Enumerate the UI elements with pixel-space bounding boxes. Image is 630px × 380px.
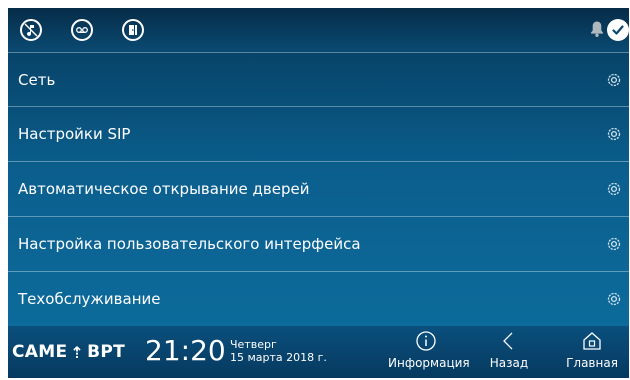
intercom-screen: Сеть Настройки SIP Автоматическое открыв…: [8, 8, 629, 378]
back-button-label: Назад: [489, 356, 529, 370]
menu-item-label: Настройки SIP: [18, 125, 131, 143]
info-button[interactable]: Информация: [388, 330, 470, 370]
mute-ringtone-icon[interactable]: [20, 19, 42, 41]
brand-bpt: BPT: [87, 342, 126, 362]
home-icon: [583, 332, 601, 350]
door-status-icon[interactable]: [122, 19, 144, 41]
home-button[interactable]: Главная: [559, 330, 625, 370]
menu-item-sip-settings[interactable]: Настройки SIP: [8, 107, 629, 162]
home-button-label: Главная: [566, 356, 618, 370]
menu-item-ui-settings[interactable]: Настройка пользовательского интерфейса: [8, 217, 629, 272]
info-icon: [416, 331, 436, 351]
footer-bar: CAME ⇡ BPT 21:20 Четверг 15 марта 2018 г…: [8, 326, 629, 378]
menu-item-auto-door-open[interactable]: Автоматическое открывание дверей: [8, 162, 629, 217]
menu-item-maintenance[interactable]: Техобслуживание: [8, 272, 629, 327]
voicemail-icon[interactable]: [71, 19, 93, 41]
brand-logo: CAME ⇡ BPT: [12, 342, 125, 362]
menu-item-label: Техобслуживание: [18, 290, 161, 308]
menu-item-label: Настройка пользовательского интерфейса: [18, 235, 361, 253]
gear-icon: [607, 127, 621, 141]
gear-icon: [607, 237, 621, 251]
gear-icon: [607, 292, 621, 306]
weekday-label: Четверг: [230, 338, 277, 351]
gear-icon: [607, 73, 621, 87]
clock-time: 21:20: [145, 334, 226, 367]
brand-came: CAME: [12, 342, 68, 362]
chevron-left-icon: [503, 332, 513, 350]
menu-item-label: Сеть: [18, 70, 56, 89]
status-bar: [8, 8, 629, 52]
bell-icon: [591, 21, 603, 37]
back-button[interactable]: Назад: [483, 330, 535, 370]
date-display: Четверг 15 марта 2018 г.: [230, 338, 327, 364]
check-icon: [607, 19, 629, 41]
brand-separator-icon: ⇡: [70, 342, 85, 362]
gear-icon: [607, 182, 621, 196]
menu-item-label: Автоматическое открывание дверей: [18, 180, 310, 198]
menu-item-network[interactable]: Сеть: [8, 52, 629, 107]
settings-menu: Сеть Настройки SIP Автоматическое открыв…: [8, 52, 629, 327]
info-button-label: Информация: [388, 356, 470, 370]
date-label: 15 марта 2018 г.: [230, 351, 327, 364]
